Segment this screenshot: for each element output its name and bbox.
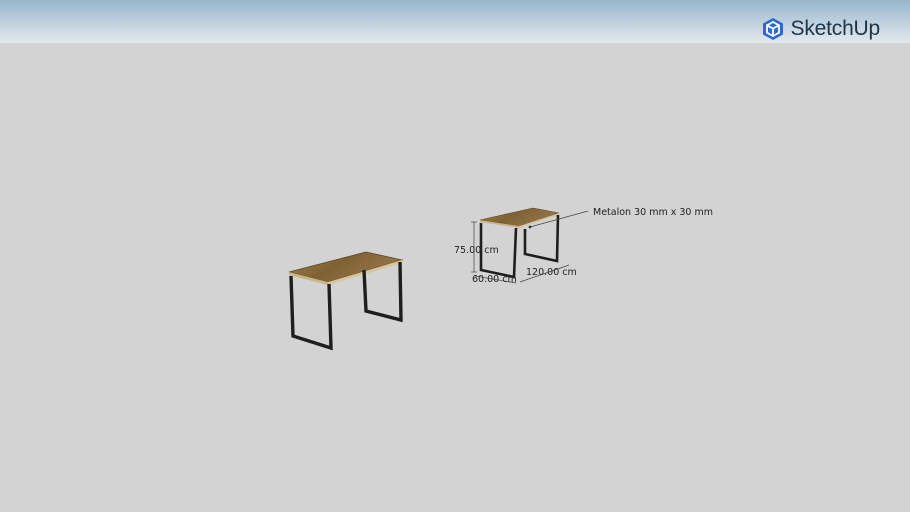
dimension-width[interactable]: 120.00 cm	[526, 267, 577, 278]
model-canvas[interactable]: Metalon 30 mm x 30 mm 75.00 cm 60.00 cm …	[0, 0, 910, 512]
dimension-height[interactable]: 75.00 cm	[454, 245, 499, 256]
desk-model-large[interactable]	[288, 251, 404, 351]
desk-leg-frame	[289, 275, 333, 351]
annotation-label[interactable]: Metalon 30 mm x 30 mm	[593, 207, 713, 218]
dimension-depth[interactable]: 60.00 cm	[472, 274, 517, 285]
leader-arrow	[528, 225, 532, 229]
